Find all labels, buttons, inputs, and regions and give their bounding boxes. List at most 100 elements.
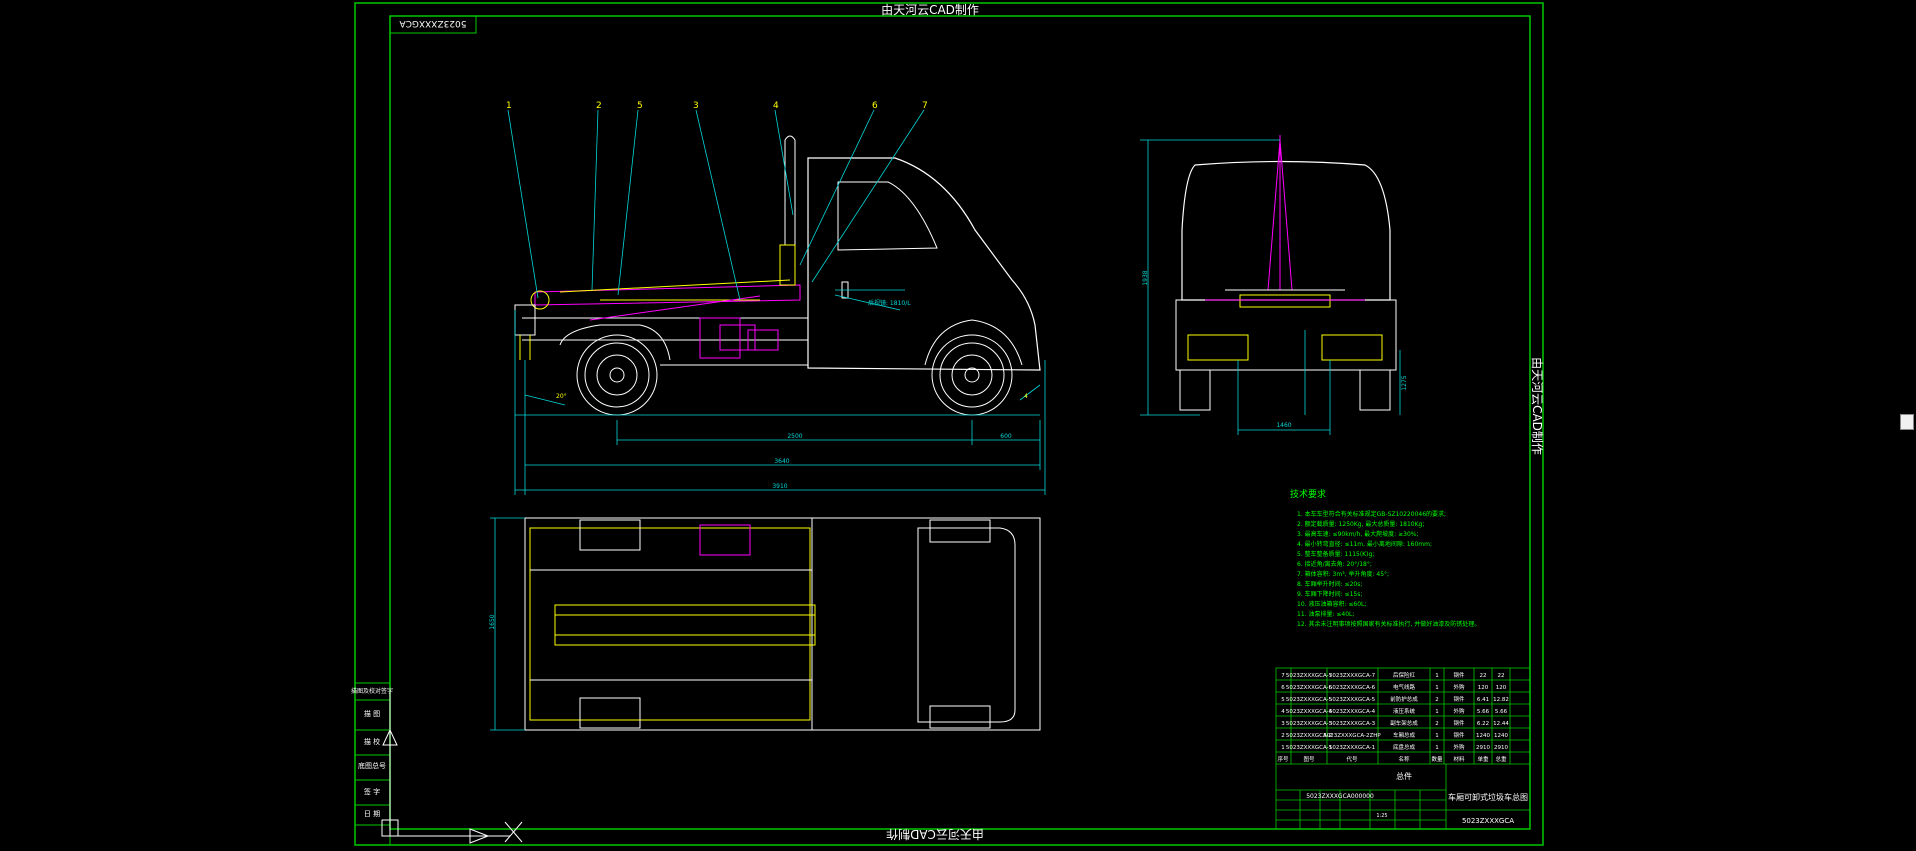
cad-viewport[interactable]: 由天河云CAD制作 由天河云CAD制作 由天河云CAD制作 5023ZXXXGC…	[0, 0, 1916, 847]
callout-2: 2	[596, 101, 602, 111]
front-wheel	[931, 334, 1013, 416]
table-cell: 后保险杠	[1393, 671, 1416, 679]
table-cell: 1240	[1476, 733, 1490, 739]
front-right-tire	[1359, 370, 1391, 411]
table-cell: 5023ZXXXGCA-1	[1286, 745, 1332, 751]
table-header-cell: 单重	[1477, 755, 1489, 763]
title-banner: 由天河云CAD制作	[881, 3, 979, 17]
dim-overall-length: 3910	[772, 483, 787, 490]
table-header-cell: 代号	[1346, 755, 1358, 763]
tech-item: 2. 额定载质量: 1250Kg, 最大总质量: 1810Kg;	[1297, 520, 1424, 528]
front-hook	[779, 244, 796, 286]
tech-item: 6. 接近角/离去角: 20°/18°;	[1297, 560, 1372, 568]
table-cell: 2	[1435, 697, 1439, 703]
code-box-text: 5023ZXXXGCA	[399, 18, 467, 28]
table-cell: 钢件	[1453, 671, 1465, 679]
dim-front-frame: 1275	[1401, 375, 1408, 390]
table-header-cell: 名称	[1398, 755, 1410, 763]
rev-label-2: 描 校	[364, 737, 380, 746]
tech-items: 1. 本车车型符合有关标准规定GB-SZ10220046的要求; 2. 额定载质…	[1297, 510, 1480, 628]
table-cell: 钢件	[1453, 719, 1465, 727]
table-cell: 液压系统	[1393, 707, 1416, 715]
side-banner: 由天河云CAD制作	[1530, 357, 1544, 455]
table-cell: 12.82	[1493, 697, 1509, 703]
table-cell: 5023ZXXXGCA-4	[1286, 709, 1333, 715]
callout-1: 1	[506, 101, 512, 111]
title-drawing-no: 5023ZXXXGCA	[1462, 817, 1514, 825]
table-cell: 前防护总成	[1390, 695, 1418, 703]
bottom-banner: 由天河云CAD制作	[886, 827, 984, 841]
tech-item: 7. 箱体容积: 3m³, 举升角度: 45°;	[1297, 570, 1389, 578]
dim-rear-overhang: 600	[1000, 433, 1012, 440]
table-cell: 120	[1496, 685, 1507, 691]
table-cell: 2	[1435, 721, 1439, 727]
inner-frame	[389, 15, 1531, 830]
tech-item: 5. 整车整备质量: 1115(K)g;	[1297, 550, 1374, 558]
dim-angle-rear: 20°	[556, 393, 567, 400]
table-cell: 5023ZXXXGCA-7	[1286, 673, 1333, 679]
callout-6: 6	[872, 101, 878, 111]
dim-angle-front: 4	[1024, 393, 1028, 400]
front-view	[1175, 135, 1397, 411]
table-cell: 5023ZXXXGCA-3	[1286, 721, 1333, 727]
rev-label-0: 描图及校对签字	[351, 687, 393, 695]
cab-front-outline	[1181, 160, 1391, 301]
title-scale: 1:25	[1376, 813, 1387, 819]
lift-arm-top	[554, 604, 816, 646]
table-cell: 副车架总成	[1390, 719, 1418, 727]
rev-label-4: 签 字	[364, 787, 380, 796]
table-cell: 6.22	[1477, 721, 1489, 727]
tech-item: 11. 油泵排量: ≤40L;	[1297, 610, 1354, 618]
table-cell: 5023ZXXXGCA-2ZHP	[1323, 733, 1381, 739]
table-header-cell: 数量	[1431, 755, 1443, 763]
tech-item: 9. 车厢下降时间: ≤15s;	[1297, 590, 1362, 598]
table-cell: 1	[1435, 733, 1439, 739]
table-cell: 1	[1281, 745, 1285, 751]
callout-3: 3	[693, 101, 699, 111]
table-cell: 底盘总成	[1393, 743, 1416, 751]
table-cell: 3	[1281, 721, 1285, 727]
dim-cab-note: 后视镜: 1810/L	[868, 299, 911, 307]
table-cell: 1240	[1494, 733, 1508, 739]
front-left-tire	[1179, 370, 1211, 411]
table-cell: 外购	[1453, 683, 1465, 691]
table-header-cell: 总重	[1495, 755, 1507, 763]
front-dimensions	[1140, 139, 1401, 435]
table-cell: 2910	[1476, 745, 1490, 751]
table-cell: 钢件	[1453, 731, 1465, 739]
dim-wheelbase: 2500	[787, 433, 802, 440]
table-cell: 5023ZXXXGCA-6	[1286, 685, 1333, 691]
exhaust-pipe	[784, 135, 796, 245]
outer-frame	[354, 2, 1544, 846]
rev-label-1: 描 图	[364, 709, 380, 718]
dim-top-width: 1650	[489, 614, 496, 629]
rev-label-5: 日 期	[364, 810, 380, 818]
table-header-cell: 序号	[1277, 755, 1289, 763]
table-cell: 1	[1435, 745, 1439, 751]
scrollbar-thumb[interactable]	[1900, 414, 1914, 430]
table-cell: 5023ZXXXGCA-6	[1329, 685, 1376, 691]
lift-arm	[534, 284, 801, 306]
table-cell: 外购	[1453, 743, 1465, 751]
title-assembly-label: 总件	[1396, 771, 1412, 781]
ucs-icon	[381, 690, 523, 844]
table-cell: 5.66	[1477, 709, 1490, 715]
table-cell: 5023ZXXXGCA-5	[1286, 697, 1333, 703]
table-cell: 5023ZXXXGCA-7	[1329, 673, 1376, 679]
rear-wheel	[576, 334, 658, 416]
table-cell: 5	[1281, 697, 1285, 703]
table-cell: 2910	[1494, 745, 1508, 751]
table-cell: 车厢总成	[1393, 731, 1416, 739]
table-cell: 1	[1435, 685, 1439, 691]
pump-top	[699, 524, 751, 556]
tech-item: 3. 最高车速: ≤90km/h, 最大爬坡度: ≥30%;	[1297, 530, 1419, 538]
table-cell: 1	[1435, 709, 1439, 715]
tech-item: 10. 液压油箱容积: ≤60L;	[1297, 600, 1366, 608]
rear-hook	[530, 290, 550, 310]
callout-leaders	[507, 109, 925, 301]
table-cell: 4	[1281, 709, 1285, 715]
table-cell: 12.44	[1493, 721, 1509, 727]
cab-roof	[917, 527, 1016, 723]
cad-drawing: 由天河云CAD制作 由天河云CAD制作 由天河云CAD制作 5023ZXXXGC…	[351, 2, 1544, 846]
table-cell: 5023ZXXXGCA-3	[1329, 721, 1376, 727]
